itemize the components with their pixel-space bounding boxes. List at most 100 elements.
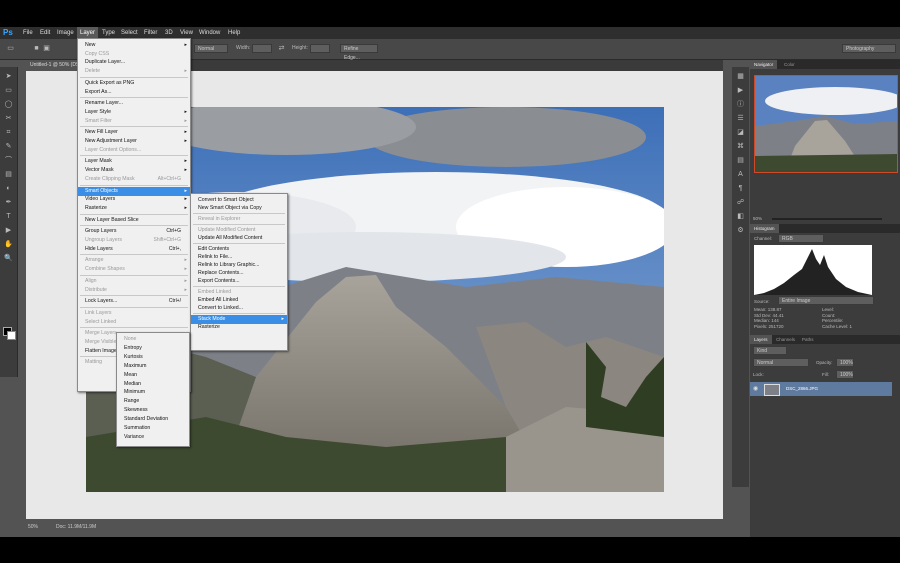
swatches-panel-icon[interactable]: ◪: [736, 129, 745, 136]
menu-item-rename-layer[interactable]: Rename Layer...: [78, 99, 190, 108]
menu-item-smart-objects[interactable]: Smart Objects ▸: [78, 186, 190, 196]
menu-item-entropy[interactable]: Entropy: [117, 344, 189, 353]
heal-tool-icon[interactable]: ⌒: [4, 157, 13, 164]
menu-item-layer-mask[interactable]: Layer Mask ▸: [78, 157, 190, 166]
menu-window[interactable]: Window: [196, 27, 223, 39]
menu-item-summation[interactable]: Summation: [117, 424, 189, 433]
paragraph-panel-icon[interactable]: ¶: [736, 185, 745, 192]
tab-histogram[interactable]: Histogram: [750, 224, 779, 233]
brush-tool-icon[interactable]: ✎: [4, 143, 13, 150]
menu-image[interactable]: Image: [54, 27, 77, 39]
menu-edit[interactable]: Edit: [37, 27, 53, 39]
menu-item-label: Reveal in Explorer: [198, 216, 241, 222]
tab-color[interactable]: Color: [780, 60, 799, 69]
menu-item-export-as[interactable]: Export As...: [78, 88, 190, 97]
navigator-zoom-slider[interactable]: [772, 218, 882, 220]
menu-item-convert-to-linked[interactable]: Convert to Linked...: [191, 304, 287, 313]
navigator-zoom[interactable]: 50%: [753, 216, 762, 221]
workspace-select[interactable]: Photography: [842, 44, 896, 53]
new-selection-icon[interactable]: ■: [32, 45, 41, 52]
menu-item-minimum[interactable]: Minimum: [117, 388, 189, 397]
clone-tool-icon[interactable]: ▤: [4, 171, 13, 178]
layer-name[interactable]: DSC_2866.JPG: [786, 386, 818, 391]
layer-kind-filter[interactable]: Kind: [753, 346, 787, 355]
hand-tool-icon[interactable]: ✋: [4, 241, 13, 248]
libraries-panel-icon[interactable]: ◧: [736, 213, 745, 220]
styles-panel-icon[interactable]: ⌘: [736, 143, 745, 150]
dodge-tool-icon[interactable]: ◐: [4, 185, 13, 192]
character-panel-icon[interactable]: A: [736, 171, 745, 178]
menu-item-rasterize[interactable]: Rasterize: [191, 323, 287, 332]
history-panel-icon[interactable]: ▦: [736, 73, 745, 80]
path-select-tool-icon[interactable]: ▶: [4, 227, 13, 234]
layer-row[interactable]: ◉ DSC_2866.JPG: [750, 382, 892, 396]
menu-item-update-all-modified-content[interactable]: Update All Modified Content: [191, 234, 287, 243]
style-select[interactable]: Normal: [194, 44, 228, 53]
menu-item-variance[interactable]: Variance: [117, 433, 189, 442]
adjustments-panel-icon[interactable]: ▤: [736, 157, 745, 164]
navigator-thumbnail[interactable]: [754, 75, 898, 173]
menu-item-skewness[interactable]: Skewness: [117, 406, 189, 415]
move-tool-icon[interactable]: ➤: [4, 73, 13, 80]
menu-shortcut: Shift+Ctrl+G: [153, 237, 181, 243]
menu-item-rasterize[interactable]: Rasterize ▸: [78, 204, 190, 213]
menu-separator: [80, 327, 188, 329]
swap-icon[interactable]: ⇄: [277, 45, 286, 52]
zoom-level[interactable]: 50%: [28, 522, 38, 532]
menu-item-kurtosis[interactable]: Kurtosis: [117, 353, 189, 362]
menu-item-quick-export-as-png[interactable]: Quick Export as PNG: [78, 79, 190, 88]
lasso-tool-icon[interactable]: ◯: [4, 101, 13, 108]
menu-item-range[interactable]: Range: [117, 397, 189, 406]
settings-panel-icon[interactable]: ⚙: [736, 227, 745, 234]
height-field[interactable]: [310, 44, 330, 53]
opacity-field[interactable]: 100%: [836, 358, 854, 367]
crop-tool-icon[interactable]: ✂: [4, 115, 13, 122]
eye-icon[interactable]: ◉: [753, 385, 758, 392]
menu-item-distribute: Distribute ▸: [78, 286, 190, 295]
menu-item-new-smart-object-via-copy[interactable]: New Smart Object via Copy: [191, 204, 287, 213]
menu-help[interactable]: Help: [225, 27, 243, 39]
eyedropper-tool-icon[interactable]: ⌗: [4, 129, 13, 136]
type-tool-icon[interactable]: T: [4, 213, 13, 220]
menu-item-mean[interactable]: Mean: [117, 371, 189, 380]
marquee-tool-preset-icon[interactable]: ▭: [6, 45, 15, 52]
menu-item-label: Export Contents...: [198, 278, 240, 284]
tab-navigator[interactable]: Navigator: [750, 60, 778, 69]
pen-tool-icon[interactable]: ✒: [4, 199, 13, 206]
add-selection-icon[interactable]: ▣: [42, 45, 51, 52]
width-field[interactable]: [252, 44, 272, 53]
marquee-tool-icon[interactable]: ▭: [4, 87, 13, 94]
channel-select[interactable]: RGB: [778, 234, 824, 243]
menu-item-hide-layers[interactable]: Hide Layers Ctrl+,: [78, 245, 190, 254]
info-panel-icon[interactable]: ⓘ: [736, 101, 745, 108]
menu-item-median[interactable]: Median: [117, 380, 189, 389]
tab-layers[interactable]: Layers: [750, 335, 772, 344]
submenu-arrow-icon: ▸: [184, 108, 187, 115]
menu-item-duplicate-layer[interactable]: Duplicate Layer...: [78, 58, 190, 67]
menu-item-video-layers[interactable]: Video Layers ▸: [78, 195, 190, 204]
menu-item-vector-mask[interactable]: Vector Mask ▸: [78, 166, 190, 175]
menu-item-lock-layers[interactable]: Lock Layers... Ctrl+/: [78, 297, 190, 306]
tab-channels[interactable]: Channels: [772, 335, 799, 344]
menu-item-new-layer-based-slice[interactable]: New Layer Based Slice: [78, 216, 190, 225]
menu-item-group-layers[interactable]: Group Layers Ctrl+G: [78, 227, 190, 236]
menu-item-maximum[interactable]: Maximum: [117, 362, 189, 371]
actions-panel-icon[interactable]: ▶: [736, 87, 745, 94]
menu-file[interactable]: File: [20, 27, 36, 39]
menu-item-export-contents[interactable]: Export Contents...: [191, 277, 287, 286]
menu-item-new-adjustment-layer[interactable]: New Adjustment Layer ▸: [78, 137, 190, 146]
menu-item-new[interactable]: New ▸: [78, 41, 190, 50]
doc-size: Doc: 11.9M/11.9M: [56, 524, 97, 530]
tab-paths[interactable]: Paths: [798, 335, 818, 344]
zoom-tool-icon[interactable]: 🔍: [4, 255, 13, 262]
menu-item-new-fill-layer[interactable]: New Fill Layer ▸: [78, 128, 190, 137]
blend-mode-select[interactable]: Normal: [753, 358, 809, 367]
brushes-panel-icon[interactable]: ☍: [736, 199, 745, 206]
source-select[interactable]: Entire Image: [778, 296, 874, 305]
background-color-swatch[interactable]: [7, 331, 16, 340]
menu-item-layer-style[interactable]: Layer Style ▸: [78, 108, 190, 117]
menu-item-standard-deviation[interactable]: Standard Deviation: [117, 415, 189, 424]
properties-panel-icon[interactable]: ☰: [736, 115, 745, 122]
fill-field[interactable]: 100%: [836, 370, 854, 379]
refine-edge-button[interactable]: Refine Edge...: [340, 44, 378, 61]
